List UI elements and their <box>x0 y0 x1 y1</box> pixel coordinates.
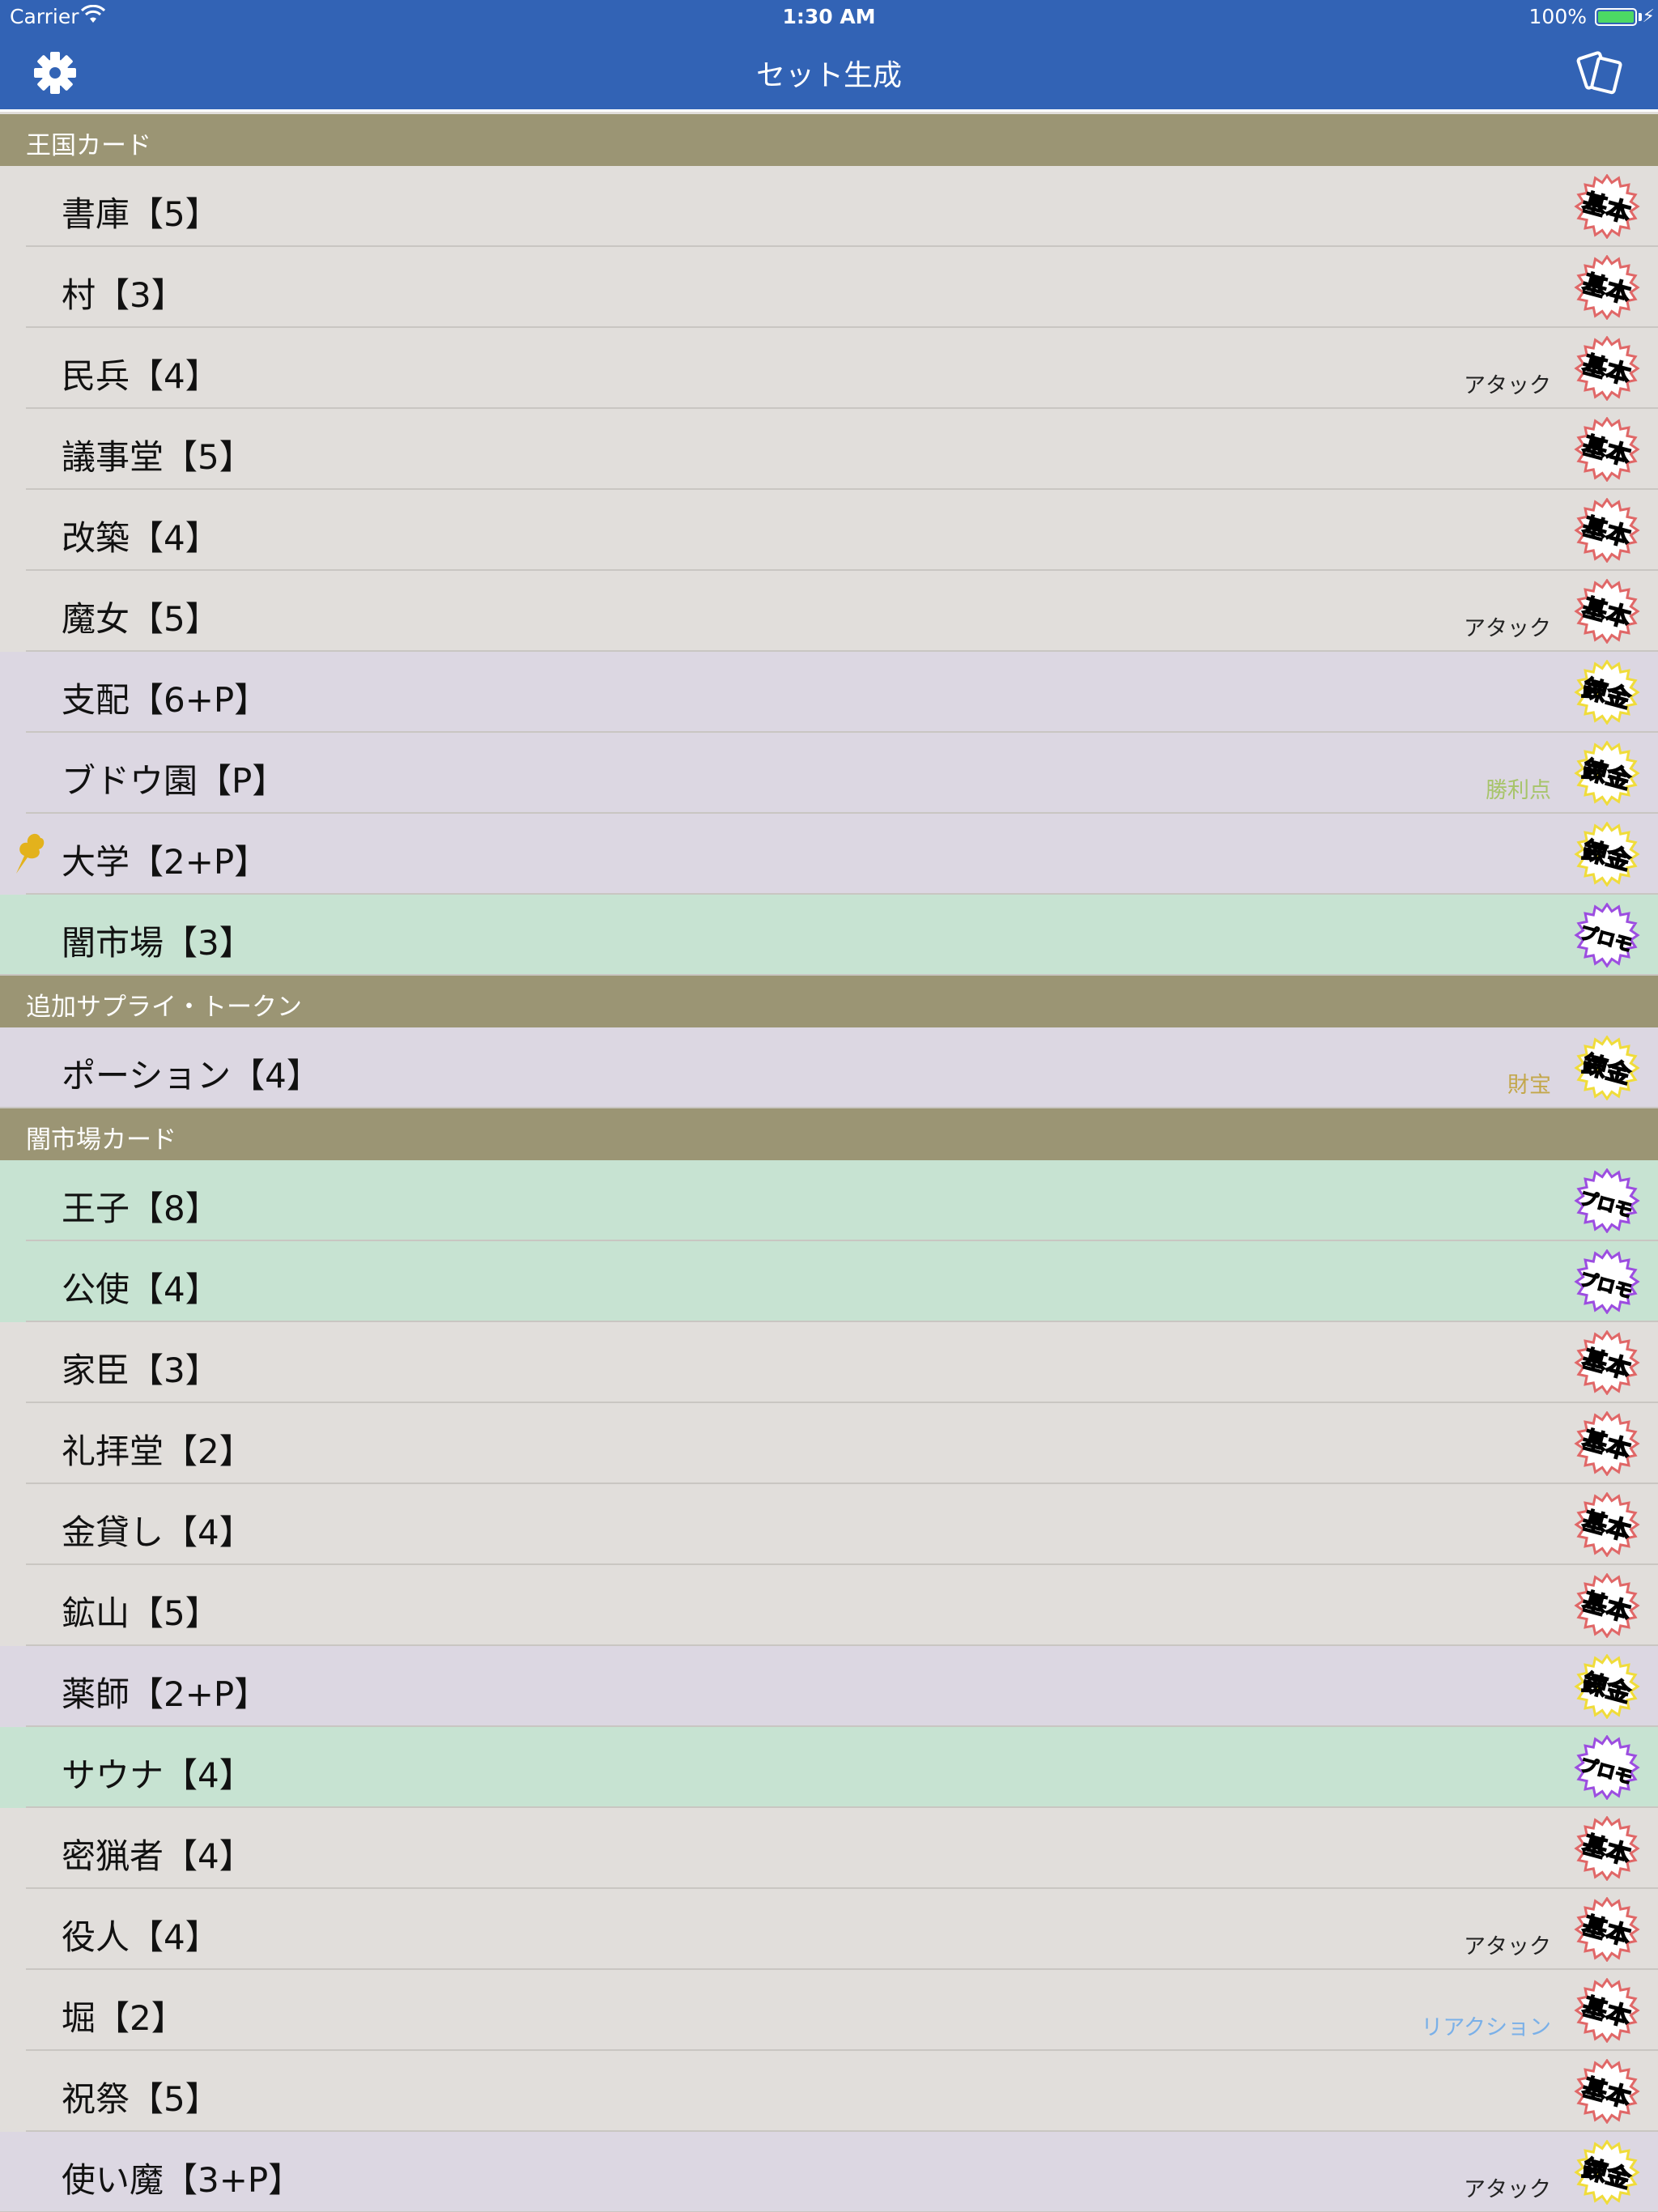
card-name: 堀【2】 <box>62 1998 185 2038</box>
navigation-bar: セット生成 <box>0 32 1658 112</box>
card-name: 礼拝堂【2】 <box>62 1431 253 1471</box>
section-header: 王国カード <box>0 114 1658 166</box>
card-list[interactable]: 王国カード 書庫【5】 基本 村【3】 基本 民兵【4】 アタック 基本 議事堂【5】 基本 改築【… <box>0 114 1658 2212</box>
promo-set-badge-icon: プロモ <box>1574 1168 1640 1233</box>
card-row[interactable]: 密猟者【4】 基本 <box>0 1808 1658 1889</box>
card-name: 金貸し【4】 <box>62 1512 253 1552</box>
battery-percent: 100% <box>1528 5 1587 28</box>
base-set-badge-icon: 基本 <box>1574 2059 1640 2124</box>
promo-set-badge-icon: プロモ <box>1574 903 1640 968</box>
card-name: 鉱山【5】 <box>62 1593 219 1633</box>
card-row[interactable]: 闇市場【3】 プロモ <box>0 895 1658 976</box>
card-name: ポーション【4】 <box>62 1056 321 1095</box>
card-row[interactable]: 薬師【2+P】 錬金 <box>0 1646 1658 1727</box>
base-set-badge-icon: 基本 <box>1574 1411 1640 1476</box>
card-row[interactable]: 村【3】 基本 <box>0 247 1658 328</box>
card-name: 議事堂【5】 <box>62 437 253 477</box>
base-set-badge-icon: 基本 <box>1574 498 1640 563</box>
card-row[interactable]: ポーション【4】 財宝 錬金 <box>0 1027 1658 1108</box>
card-row[interactable]: 鉱山【5】 基本 <box>0 1565 1658 1646</box>
card-type-tag: アタック <box>1464 1934 1551 1959</box>
card-row[interactable]: 金貸し【4】 基本 <box>0 1484 1658 1565</box>
alchemy-set-badge-icon: 錬金 <box>1574 2140 1640 2205</box>
promo-set-badge-icon: プロモ <box>1574 1735 1640 1800</box>
card-row[interactable]: 議事堂【5】 基本 <box>0 409 1658 490</box>
card-name: 公使【4】 <box>62 1270 219 1309</box>
base-set-badge-icon: 基本 <box>1574 1573 1640 1638</box>
row-separator <box>0 1107 1658 1108</box>
card-row[interactable]: 堀【2】 リアクション 基本 <box>0 1970 1658 2051</box>
card-row[interactable]: 公使【4】 プロモ <box>0 1241 1658 1322</box>
card-name: 家臣【3】 <box>62 1351 219 1390</box>
card-row[interactable]: 民兵【4】 アタック 基本 <box>0 328 1658 409</box>
base-set-badge-icon: 基本 <box>1574 174 1640 239</box>
card-row[interactable]: 書庫【5】 基本 <box>0 166 1658 247</box>
cards-icon[interactable] <box>1575 47 1627 99</box>
card-name: ブドウ園【P】 <box>62 761 287 801</box>
base-set-badge-icon: 基本 <box>1574 579 1640 644</box>
alchemy-set-badge-icon: 錬金 <box>1574 1036 1640 1100</box>
card-name: 王子【8】 <box>62 1189 219 1228</box>
base-set-badge-icon: 基本 <box>1574 255 1640 320</box>
card-row[interactable]: 改築【4】 基本 <box>0 490 1658 571</box>
card-row[interactable]: ブドウ園【P】 勝利点 錬金 <box>0 733 1658 814</box>
base-set-badge-icon: 基本 <box>1574 417 1640 482</box>
base-set-badge-icon: 基本 <box>1574 1897 1640 1962</box>
battery-icon <box>1595 8 1637 26</box>
card-row[interactable]: 大学【2+P】 錬金 <box>0 814 1658 895</box>
card-row[interactable]: サウナ【4】 プロモ <box>0 1727 1658 1808</box>
status-time: 1:30 AM <box>782 5 876 28</box>
row-separator <box>0 974 1658 976</box>
card-name: 闇市場【3】 <box>62 923 253 963</box>
alchemy-set-badge-icon: 錬金 <box>1574 660 1640 725</box>
base-set-badge-icon: 基本 <box>1574 1978 1640 2043</box>
card-row[interactable]: 使い魔【3+P】 アタック 錬金 <box>0 2132 1658 2212</box>
card-name: 改築【4】 <box>62 518 219 558</box>
card-row[interactable]: 家臣【3】 基本 <box>0 1322 1658 1403</box>
base-set-badge-icon: 基本 <box>1574 336 1640 401</box>
card-row[interactable]: 支配【6+P】 錬金 <box>0 652 1658 733</box>
base-set-badge-icon: 基本 <box>1574 1816 1640 1881</box>
charging-icon: ⚡ <box>1642 6 1655 27</box>
section-header: 追加サプライ・トークン <box>0 976 1658 1027</box>
section-header: 闇市場カード <box>0 1108 1658 1160</box>
card-row[interactable]: 王子【8】 プロモ <box>0 1160 1658 1241</box>
card-name: 魔女【5】 <box>62 599 219 639</box>
card-type-tag: 財宝 <box>1507 1073 1551 1098</box>
card-name: 密猟者【4】 <box>62 1836 253 1876</box>
alchemy-set-badge-icon: 錬金 <box>1574 741 1640 806</box>
card-name: 使い魔【3+P】 <box>62 2160 303 2200</box>
base-set-badge-icon: 基本 <box>1574 1330 1640 1395</box>
card-name: 書庫【5】 <box>62 194 219 234</box>
card-row[interactable]: 魔女【5】 アタック 基本 <box>0 571 1658 652</box>
card-type-tag: リアクション <box>1421 2015 1551 2040</box>
card-type-tag: アタック <box>1464 373 1551 398</box>
alchemy-set-badge-icon: 錬金 <box>1574 822 1640 887</box>
card-name: 薬師【2+P】 <box>62 1674 269 1714</box>
card-row[interactable]: 礼拝堂【2】 基本 <box>0 1403 1658 1484</box>
status-bar: Carrier 1:30 AM 100% ⚡ <box>0 0 1658 32</box>
card-type-tag: アタック <box>1464 616 1551 641</box>
leaf-icon <box>16 833 45 874</box>
base-set-badge-icon: 基本 <box>1574 1492 1640 1557</box>
promo-set-badge-icon: プロモ <box>1574 1249 1640 1314</box>
card-type-tag: アタック <box>1464 2177 1551 2202</box>
card-name: 祝祭【5】 <box>62 2079 219 2119</box>
card-row[interactable]: 祝祭【5】 基本 <box>0 2051 1658 2132</box>
card-name: 民兵【4】 <box>62 356 219 396</box>
card-name: 村【3】 <box>62 275 185 315</box>
card-name: サウナ【4】 <box>62 1755 253 1795</box>
card-name: 支配【6+P】 <box>62 680 269 720</box>
card-name: 役人【4】 <box>62 1917 219 1957</box>
card-row[interactable]: 役人【4】 アタック 基本 <box>0 1889 1658 1970</box>
battery-tip <box>1639 13 1642 21</box>
alchemy-set-badge-icon: 錬金 <box>1574 1654 1640 1719</box>
card-name: 大学【2+P】 <box>62 842 269 882</box>
card-type-tag: 勝利点 <box>1486 778 1551 803</box>
page-title: セット生成 <box>755 59 902 92</box>
